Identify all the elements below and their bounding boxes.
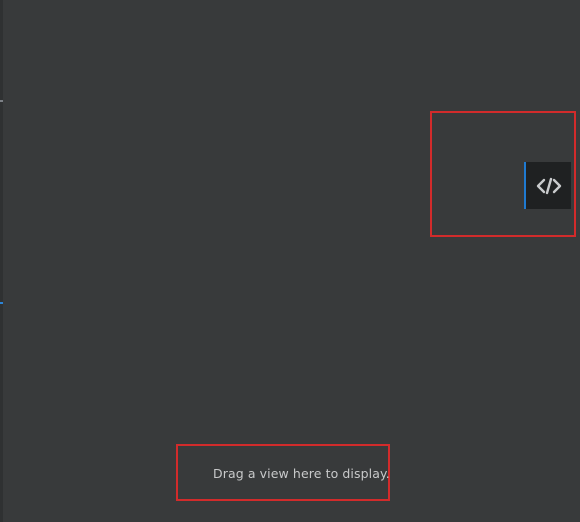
source-code-icon xyxy=(536,177,562,195)
empty-drop-panel: Drag a view here to display. xyxy=(0,0,580,522)
source-code-view-button[interactable] xyxy=(524,162,571,209)
panel-edge-indicator xyxy=(0,100,3,102)
drop-hint-text: Drag a view here to display. xyxy=(213,466,390,481)
panel-left-edge xyxy=(0,0,3,522)
panel-edge-active-indicator xyxy=(0,302,3,304)
